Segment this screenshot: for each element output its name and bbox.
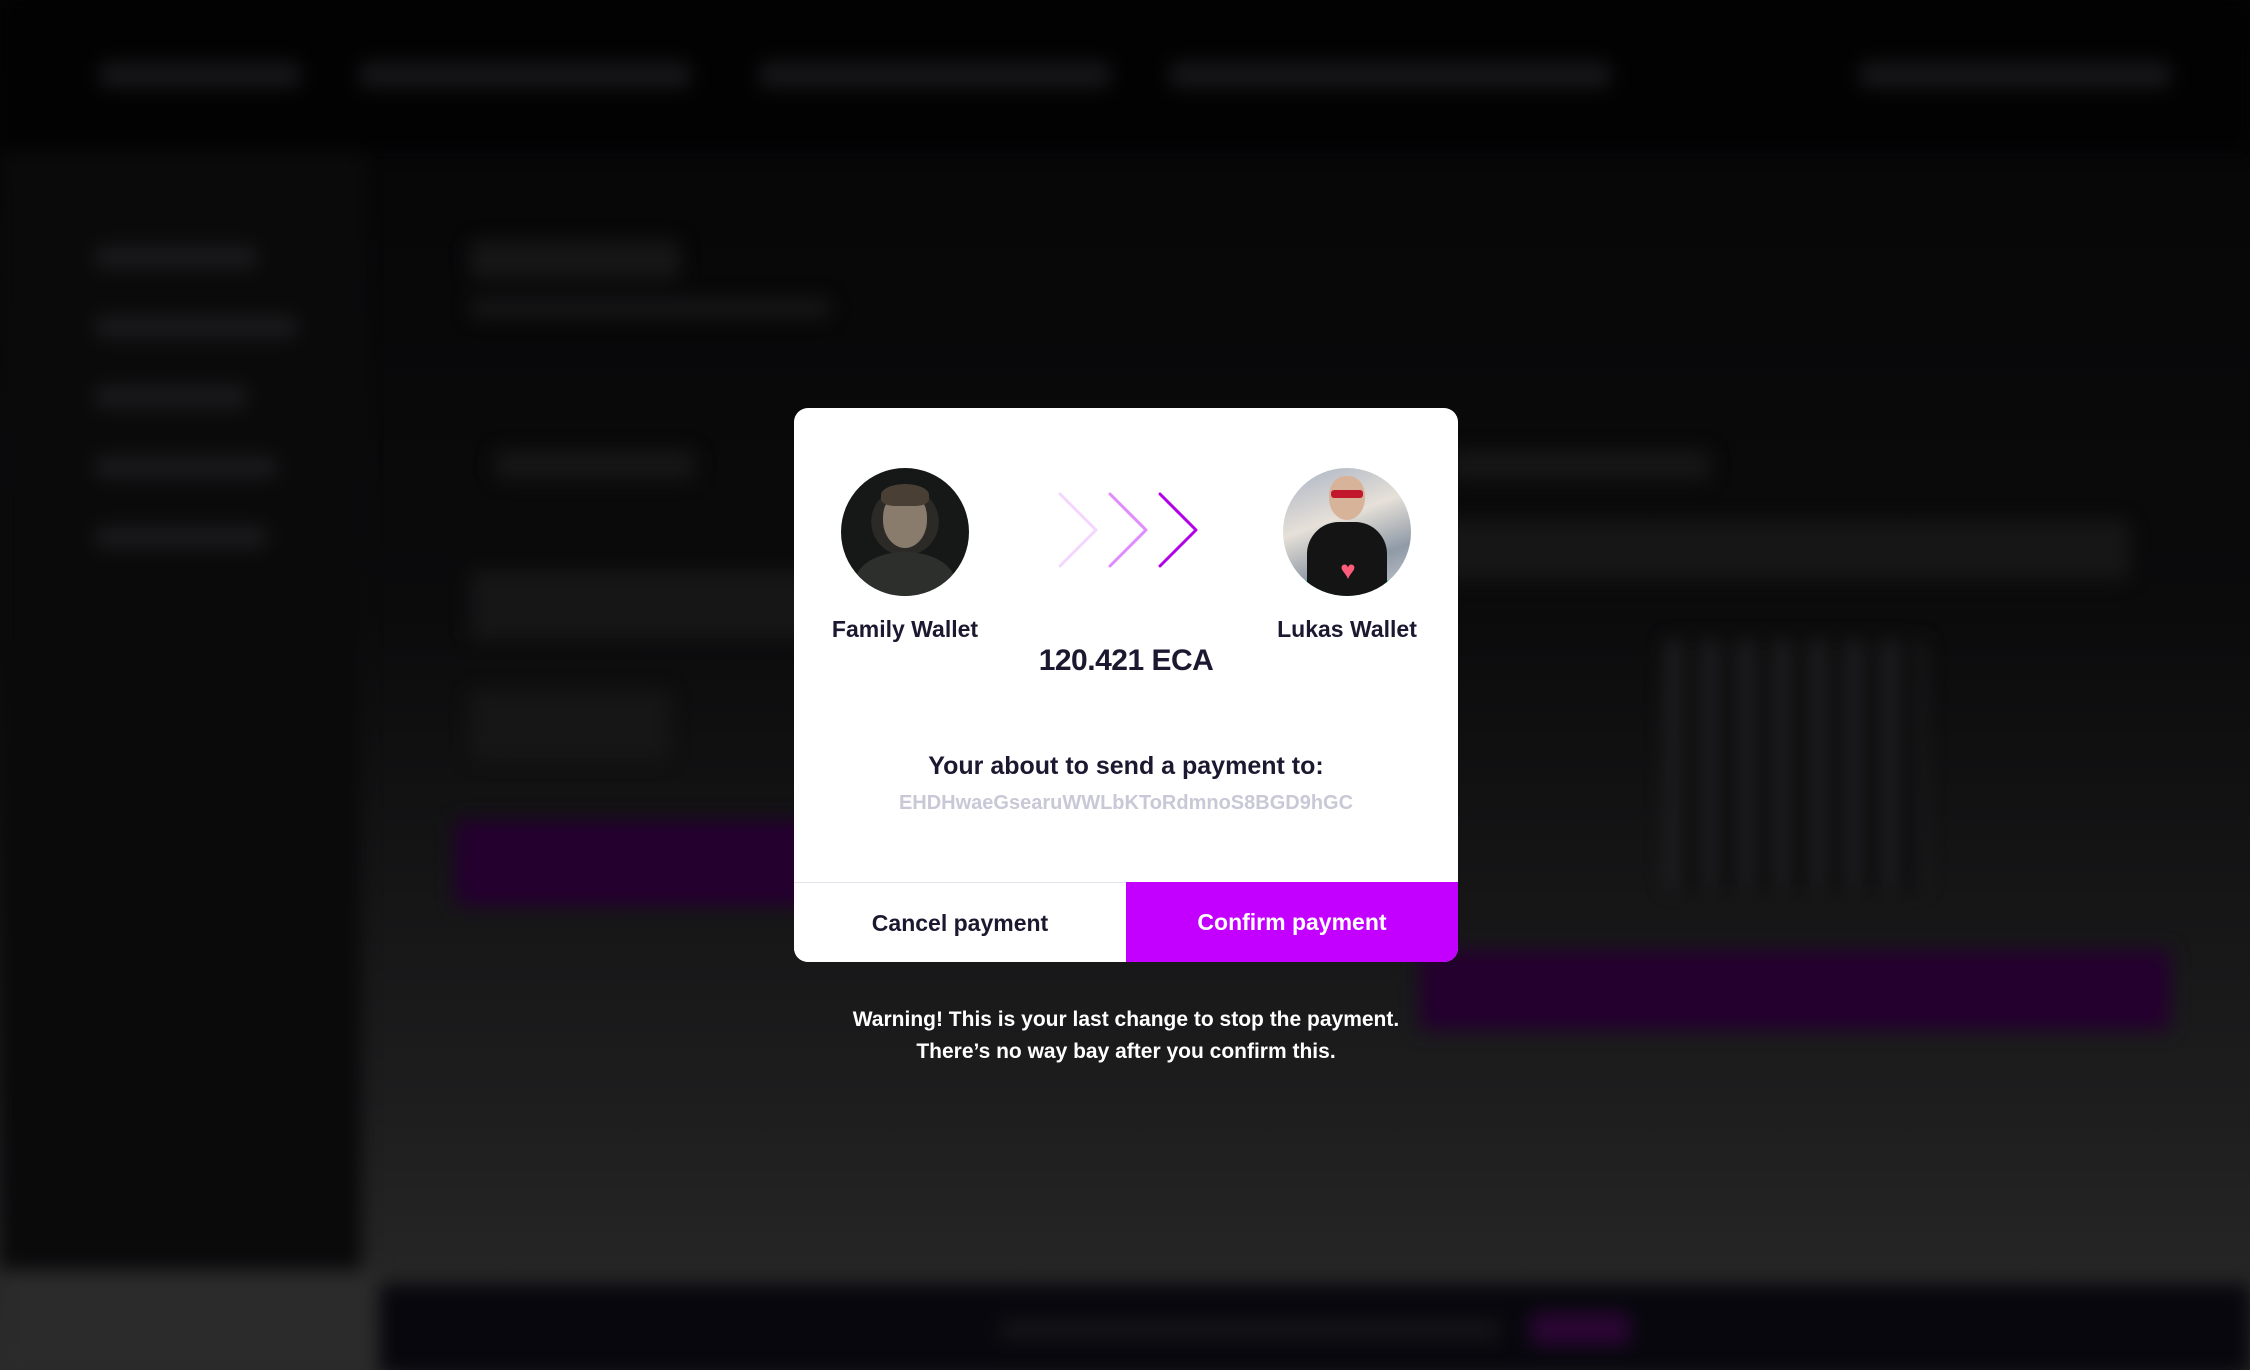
background-sidebar-item (96, 386, 246, 408)
payment-confirm-modal: Family Wallet ♥ Lukas Wallet 120.421 ECA… (794, 408, 1458, 962)
to-wallet: ♥ Lukas Wallet (1247, 468, 1447, 643)
background-footer-text (1000, 1320, 1500, 1340)
to-wallet-avatar: ♥ (1283, 468, 1411, 596)
background-heading (470, 240, 680, 280)
background-field (470, 690, 670, 760)
background-field (470, 570, 830, 640)
background-sidebar-item (96, 316, 296, 338)
to-wallet-name: Lukas Wallet (1277, 616, 1417, 642)
background-footer-pill (1530, 1312, 1630, 1346)
from-wallet: Family Wallet (805, 468, 1005, 643)
background-sidebar-item (96, 456, 276, 478)
recipient-address: EHDHwaeGsearuWWLbKToRdmnoS8BGD9hGC (898, 792, 1354, 814)
background-nav-item (1860, 62, 2170, 88)
background-nav-item (1170, 62, 1610, 88)
background-card-title (495, 450, 695, 480)
background-sidebar-item (96, 526, 266, 548)
payment-message: Your about to send a payment to: (928, 752, 1324, 780)
chevron-right-triple-icon (1058, 492, 1198, 568)
payment-amount: 120.421 ECA (1038, 644, 1214, 677)
warning-line-2: There’s no way bay after you confirm thi… (916, 1040, 1336, 1063)
background-field (1430, 520, 2130, 580)
background-nav-item (100, 62, 300, 88)
background-qr-code (1665, 640, 1925, 890)
warning-line-1: Warning! This is your last change to sto… (852, 1008, 1400, 1031)
from-wallet-name: Family Wallet (831, 616, 979, 642)
background-purple-button (455, 820, 835, 906)
background-sidebar-item (96, 246, 256, 268)
background-card-title (1450, 450, 1710, 480)
background-nav-item (760, 62, 1110, 88)
payment-warning: Warning! This is your last change to sto… (794, 1004, 1458, 1068)
background-subheading (470, 298, 830, 318)
confirm-payment-button[interactable]: Confirm payment (1126, 882, 1458, 962)
background-nav-item (360, 62, 690, 88)
cancel-payment-button[interactable]: Cancel payment (794, 882, 1126, 962)
background-purple-button (1420, 950, 2170, 1030)
from-wallet-avatar (841, 468, 969, 596)
background-sidebar-footer (0, 1270, 378, 1370)
